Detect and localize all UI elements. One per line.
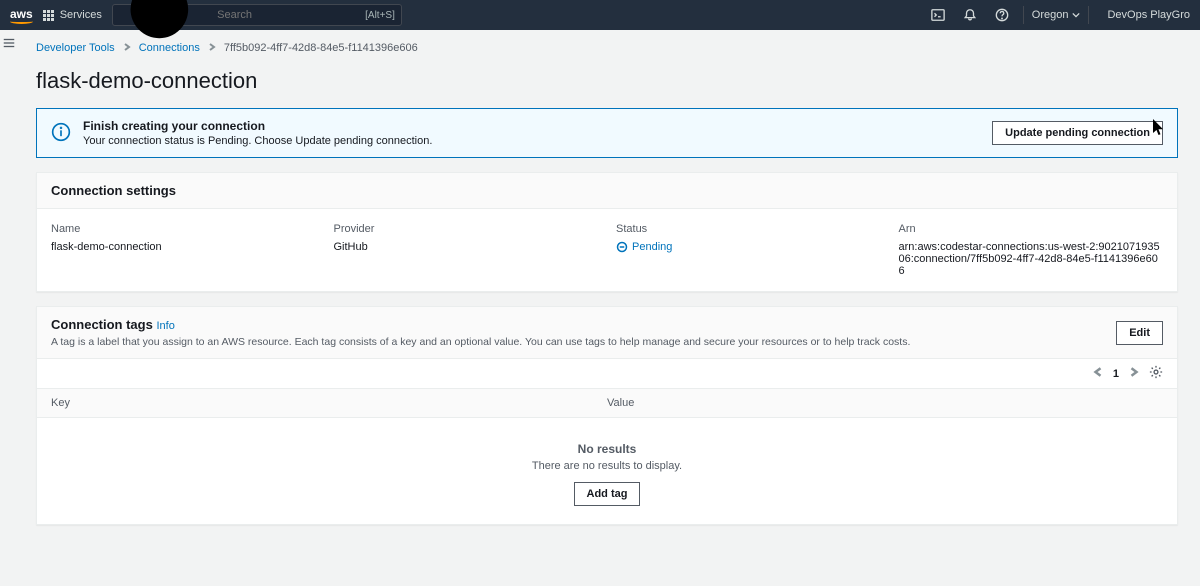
connection-settings-panel: Connection settings Name flask-demo-conn… xyxy=(36,172,1178,292)
pending-icon xyxy=(616,241,628,253)
aws-logo[interactable]: aws xyxy=(10,7,33,24)
add-tag-button[interactable]: Add tag xyxy=(574,482,641,506)
column-key: Key xyxy=(51,397,607,409)
services-label: Services xyxy=(60,9,102,21)
label-provider: Provider xyxy=(334,223,599,235)
caret-down-icon xyxy=(1072,12,1080,18)
search-box[interactable]: [Alt+S] xyxy=(112,4,402,26)
tags-info-link[interactable]: Info xyxy=(156,320,174,332)
value-status: Pending xyxy=(616,241,672,253)
next-page-button[interactable] xyxy=(1129,367,1139,380)
info-icon xyxy=(51,122,71,145)
breadcrumb-current: 7ff5b092-4ff7-42d8-84e5-f1141396e606 xyxy=(224,42,418,54)
update-pending-connection-button[interactable]: Update pending connection xyxy=(992,121,1163,145)
chevron-right-icon xyxy=(123,42,131,54)
alert-description: Your connection status is Pending. Choos… xyxy=(83,135,980,147)
connection-tags-title: Connection tags xyxy=(51,317,153,332)
table-settings-button[interactable] xyxy=(1149,365,1163,382)
services-menu[interactable]: Services xyxy=(43,9,102,21)
bell-icon[interactable] xyxy=(959,4,981,26)
prev-page-button[interactable] xyxy=(1093,367,1103,380)
grid-icon xyxy=(43,10,54,21)
edit-tags-button[interactable]: Edit xyxy=(1116,321,1163,345)
main-content: Developer Tools Connections 7ff5b092-4ff… xyxy=(20,30,1194,586)
region-selector[interactable]: Oregon xyxy=(1023,6,1090,24)
breadcrumb-developer-tools[interactable]: Developer Tools xyxy=(36,42,115,54)
search-shortcut: [Alt+S] xyxy=(365,10,395,21)
connection-tags-panel: Connection tags Info A tag is a label th… xyxy=(36,306,1178,525)
connection-tags-description: A tag is a label that you assign to an A… xyxy=(51,336,910,348)
status-text: Pending xyxy=(632,241,672,253)
search-input[interactable] xyxy=(217,9,359,21)
empty-title: No results xyxy=(37,442,1177,456)
breadcrumb: Developer Tools Connections 7ff5b092-4ff… xyxy=(36,42,1178,54)
cloudshell-icon[interactable] xyxy=(927,4,949,26)
value-arn: arn:aws:codestar-connections:us-west-2:9… xyxy=(899,241,1164,277)
page-number: 1 xyxy=(1113,368,1119,380)
account-menu[interactable]: DevOps PlayGro xyxy=(1099,9,1190,21)
empty-description: There are no results to display. xyxy=(37,460,1177,472)
column-value: Value xyxy=(607,397,1163,409)
help-icon[interactable] xyxy=(991,4,1013,26)
connection-tags-header: Connection tags Info A tag is a label th… xyxy=(37,307,1177,359)
chevron-right-icon xyxy=(208,42,216,54)
breadcrumb-connections[interactable]: Connections xyxy=(139,42,200,54)
side-panel-toggle[interactable] xyxy=(2,36,16,50)
label-arn: Arn xyxy=(899,223,1164,235)
tags-table-header: Key Value xyxy=(37,388,1177,418)
label-status: Status xyxy=(616,223,881,235)
page-title: flask-demo-connection xyxy=(36,68,1178,94)
region-label: Oregon xyxy=(1032,9,1069,21)
label-name: Name xyxy=(51,223,316,235)
global-nav: aws Services [Alt+S] Oregon DevOps PlayG… xyxy=(0,0,1200,30)
alert-title: Finish creating your connection xyxy=(83,119,980,133)
connection-settings-header: Connection settings xyxy=(37,173,1177,209)
value-provider: GitHub xyxy=(334,241,599,253)
value-name: flask-demo-connection xyxy=(51,241,316,253)
tags-empty-state: No results There are no results to displ… xyxy=(37,418,1177,524)
info-alert: Finish creating your connection Your con… xyxy=(36,108,1178,158)
tags-pagination: 1 xyxy=(37,359,1177,382)
connection-settings-title: Connection settings xyxy=(51,183,176,198)
